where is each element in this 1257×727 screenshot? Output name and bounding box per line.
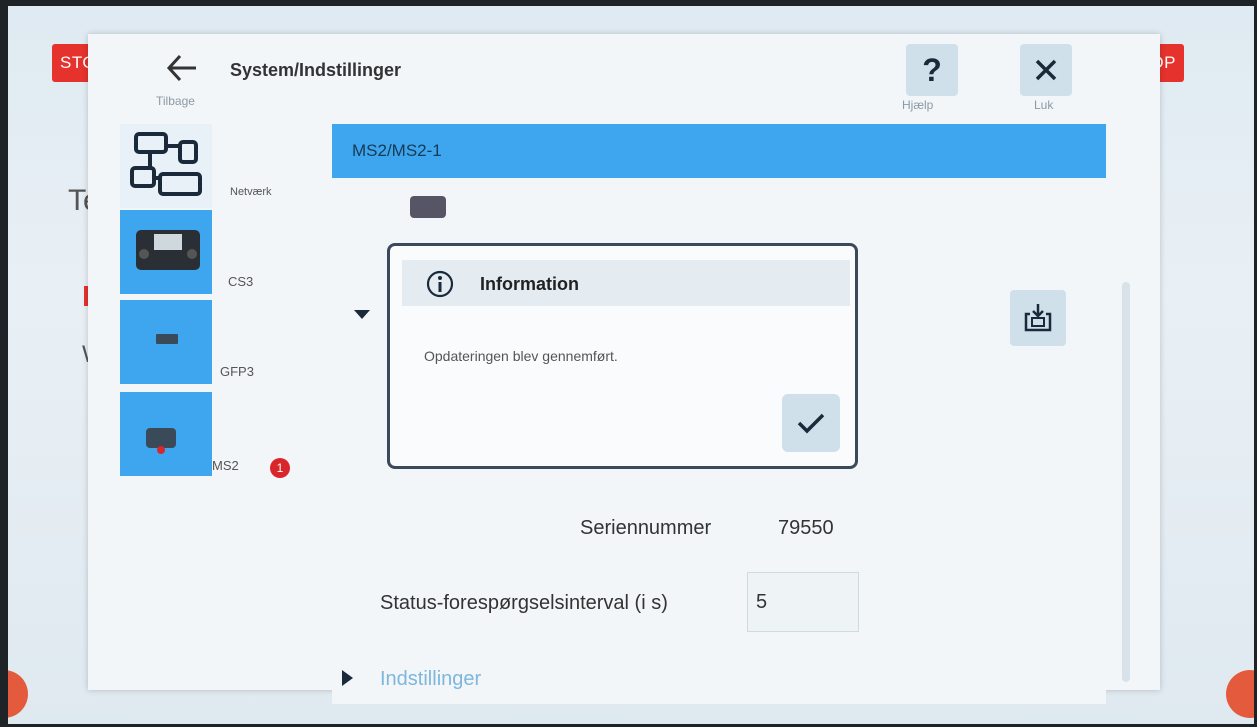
- bottom-right-round-icon[interactable]: [1226, 670, 1254, 718]
- sidebar-thumb: [120, 124, 212, 208]
- device-update-icon: [1024, 304, 1052, 332]
- close-icon: [1035, 59, 1057, 81]
- sidebar-item-label: GFP3: [220, 364, 254, 379]
- sidebar-item-gfp3[interactable]: GFP3: [120, 300, 304, 384]
- expand-arrow-icon: [342, 670, 353, 686]
- sidebar-item-cs3[interactable]: CS3: [120, 210, 304, 294]
- dialog-title-bar: [402, 260, 850, 306]
- back-button[interactable]: [158, 44, 206, 92]
- sidebar-item-label: CS3: [228, 274, 254, 289]
- arrow-left-icon: [166, 54, 196, 82]
- sidebar-item-label: MS2: [212, 458, 239, 473]
- load-update-button[interactable]: [1010, 290, 1066, 346]
- bottom-left-round-icon[interactable]: [8, 670, 28, 718]
- ms2-device-icon: [410, 196, 446, 218]
- settings-expander-label: Indstillinger: [380, 668, 482, 690]
- help-label: Hjælp: [902, 98, 934, 112]
- info-icon: [426, 270, 454, 298]
- serial-number-value: 79550: [778, 517, 834, 539]
- confirm-button[interactable]: [782, 394, 840, 452]
- content-scrollbar[interactable]: [1122, 282, 1130, 682]
- ms2-device-icon: [146, 428, 176, 454]
- serial-number-label: Seriennummer: [580, 517, 712, 539]
- status-interval-label: Status-forespørgselsinterval (i s): [380, 592, 668, 614]
- question-icon: ?: [922, 51, 942, 88]
- sidebar-item-network[interactable]: Netværk: [120, 124, 304, 208]
- gfp3-device-icon: [156, 334, 178, 344]
- sidebar-thumb: [120, 300, 212, 384]
- check-icon: [797, 413, 825, 434]
- close-label: Luk: [1034, 98, 1054, 112]
- sidebar-thumb: [120, 392, 212, 476]
- back-label: Tilbage: [156, 94, 195, 108]
- status-interval-input[interactable]: [747, 572, 859, 632]
- sidebar-item-label: Netværk: [230, 186, 272, 198]
- device-header: MS2/MS2-1: [332, 124, 1106, 178]
- network-icon: [130, 132, 202, 196]
- page-title: System/Indstillinger: [230, 60, 402, 80]
- cs3-device-icon: [136, 230, 200, 270]
- information-dialog: Information Opdateringen blev gennemført…: [387, 243, 858, 469]
- help-button[interactable]: ?: [906, 44, 958, 96]
- dialog-title: Information: [480, 274, 579, 294]
- close-button[interactable]: [1020, 44, 1072, 96]
- sidebar-thumb: [120, 210, 212, 294]
- dropdown-arrow-icon[interactable]: [354, 310, 370, 319]
- notification-badge: 1: [270, 458, 290, 478]
- dialog-message: Opdateringen blev gennemført.: [424, 348, 618, 364]
